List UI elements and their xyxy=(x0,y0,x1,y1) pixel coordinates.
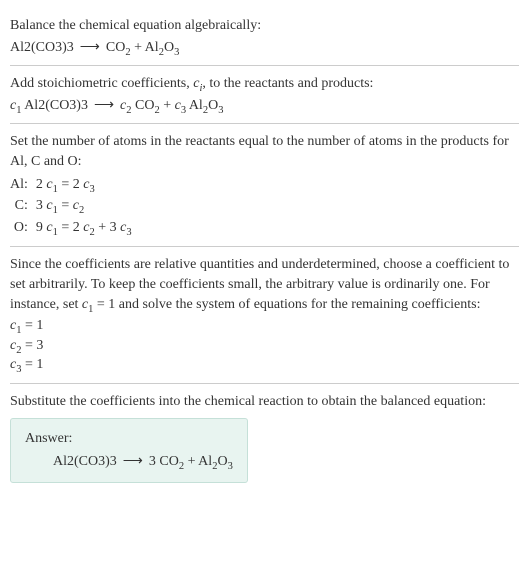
balanced-equation: Al2(CO3)3⟶3 CO2 + Al2O3 xyxy=(25,452,233,472)
coeff-line: c2 = 3 xyxy=(10,336,519,356)
section-atom-balance: Set the number of atoms in the reactants… xyxy=(10,124,519,247)
equation-with-coeffs: c1 Al2(CO3)3⟶c2 CO2 + c3 Al2O3 xyxy=(10,96,519,116)
atom-equations-table: Al: 2 c1 = 2 c3 C: 3 c1 = c2 O: 9 c1 = 2… xyxy=(10,174,138,239)
prompt-text: Balance the chemical equation algebraica… xyxy=(10,16,519,36)
coeff-line: c1 = 1 xyxy=(10,316,519,336)
unbalanced-equation: Al2(CO3)3⟶CO2 + Al2O3 xyxy=(10,38,519,58)
section-solve: Since the coefficients are relative quan… xyxy=(10,247,519,384)
section-stoich-coeffs: Add stoichiometric coefficients, ci, to … xyxy=(10,66,519,124)
answer-label: Answer: xyxy=(25,429,233,449)
text: , to the reactants and products: xyxy=(202,76,373,91)
arrow-icon: ⟶ xyxy=(123,452,143,472)
equation-cell: 2 c1 = 2 c3 xyxy=(36,174,138,196)
text: and solve the system of equations for th… xyxy=(115,297,480,312)
table-row: C: 3 c1 = c2 xyxy=(10,195,138,217)
element-label: Al: xyxy=(10,174,36,196)
section-balance-prompt: Balance the chemical equation algebraica… xyxy=(10,8,519,66)
answer-box: Answer: Al2(CO3)3⟶3 CO2 + Al2O3 xyxy=(10,418,248,483)
arrow-icon: ⟶ xyxy=(80,38,100,58)
equation-cell: 3 c1 = c2 xyxy=(36,195,138,217)
text: Add stoichiometric coefficients, xyxy=(10,76,193,91)
prompt-text: Since the coefficients are relative quan… xyxy=(10,255,519,314)
coeff-line: c3 = 1 xyxy=(10,355,519,375)
table-row: O: 9 c1 = 2 c2 + 3 c3 xyxy=(10,217,138,239)
equation-cell: 9 c1 = 2 c2 + 3 c3 xyxy=(36,217,138,239)
prompt-text: Substitute the coefficients into the che… xyxy=(10,392,519,412)
element-label: C: xyxy=(10,195,36,217)
section-answer: Substitute the coefficients into the che… xyxy=(10,384,519,491)
prompt-text: Set the number of atoms in the reactants… xyxy=(10,132,519,171)
prompt-text: Add stoichiometric coefficients, ci, to … xyxy=(10,74,519,94)
coefficient-solutions: c1 = 1 c2 = 3 c3 = 1 xyxy=(10,316,519,375)
element-label: O: xyxy=(10,217,36,239)
arrow-icon: ⟶ xyxy=(94,96,114,116)
table-row: Al: 2 c1 = 2 c3 xyxy=(10,174,138,196)
